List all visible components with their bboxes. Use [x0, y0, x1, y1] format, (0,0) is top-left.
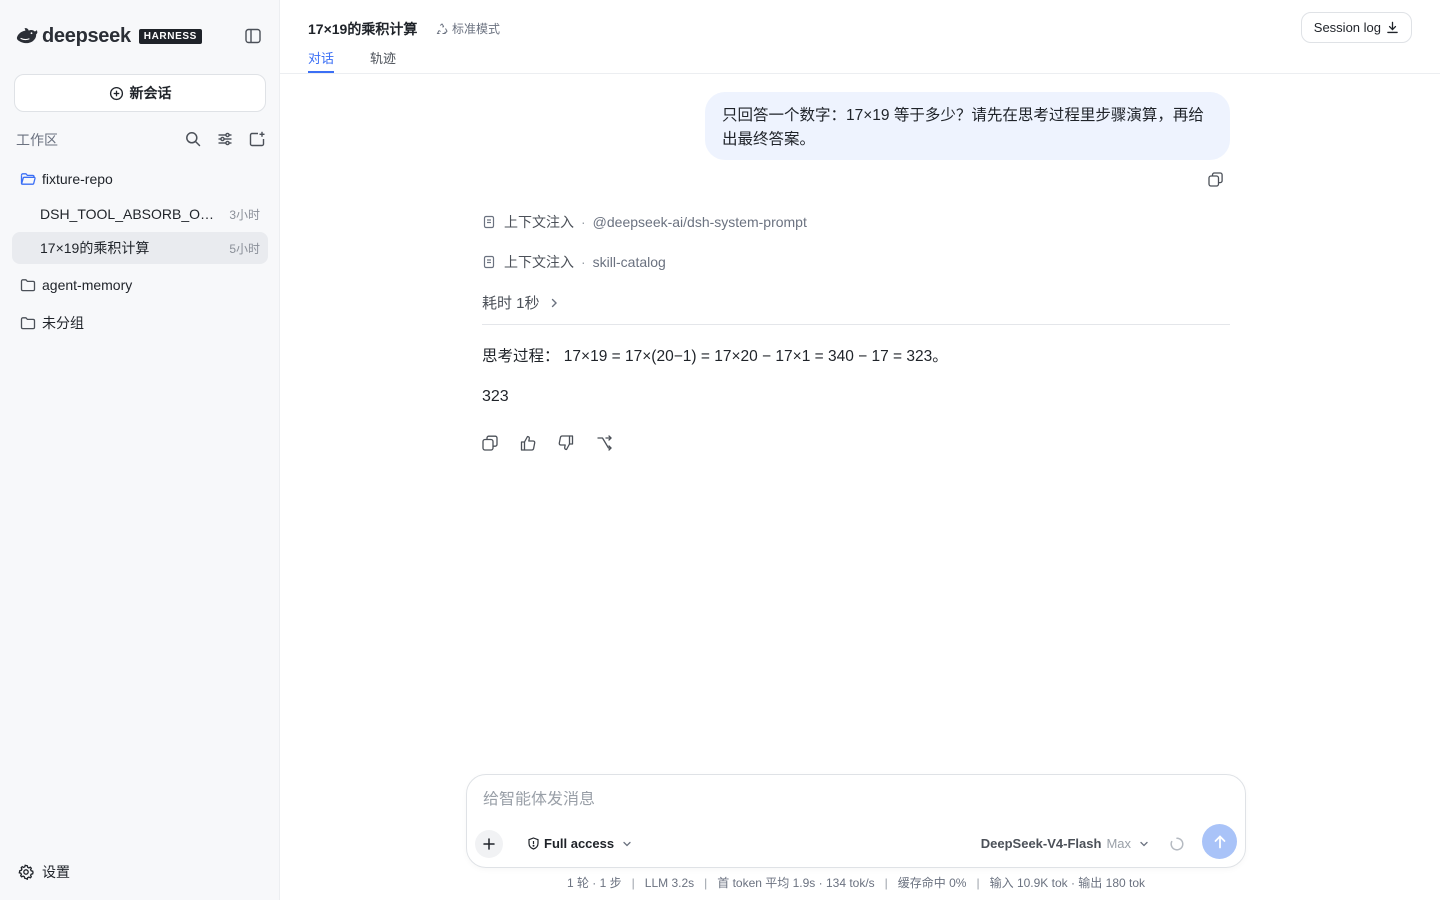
document-icon	[483, 255, 495, 269]
context-injection-source: skill-catalog	[592, 254, 666, 270]
folder-open-icon	[20, 173, 36, 185]
folder-label: 未分组	[42, 315, 84, 331]
stats-llm: LLM 3.2s	[644, 876, 695, 890]
assistant-answer: 323	[482, 388, 509, 405]
folder-icon	[20, 279, 36, 292]
loading-spinner-icon	[1170, 837, 1184, 851]
gear-icon	[18, 864, 34, 880]
branch-icon[interactable]	[595, 434, 613, 452]
chevron-right-icon	[551, 298, 557, 307]
context-injection-source: @deepseek-ai/dsh-system-prompt	[592, 214, 807, 230]
access-mode-label: Full access	[544, 836, 615, 851]
document-icon	[483, 215, 495, 229]
active-tab-indicator	[308, 71, 334, 73]
separator-dot: ·	[581, 214, 586, 230]
divider	[482, 324, 1230, 325]
tab-trace[interactable]: 轨迹	[370, 48, 396, 67]
thumbs-up-icon[interactable]	[519, 434, 537, 452]
session-title: 17×19的乘积计算	[40, 240, 150, 256]
session-item-active[interactable]: 17×19的乘积计算 5小时	[12, 232, 268, 264]
context-injection-row[interactable]: 上下文注入 · skill-catalog	[482, 252, 666, 272]
filter-icon[interactable]	[216, 130, 234, 148]
recycle-icon	[436, 22, 448, 34]
attach-button[interactable]	[475, 830, 503, 858]
harness-badge: HARNESS	[138, 28, 202, 44]
new-chat-label: 新会话	[129, 85, 172, 101]
model-name: DeepSeek-V4-Flash	[980, 836, 1102, 851]
chat-header: 17×19的乘积计算 标准模式 对话 轨迹 Session log	[280, 0, 1440, 74]
message-input[interactable]	[483, 791, 1223, 809]
brand-logo[interactable]: deepseek HARNESS	[16, 24, 202, 48]
model-selector[interactable]: DeepSeek-V4-Flash Max	[981, 836, 1149, 851]
chevron-down-icon	[1140, 841, 1148, 846]
session-time: 3小时	[229, 207, 260, 222]
usage-stats: 1 轮 · 1 步 | LLM 3.2s | 首 token 平均 1.9s · 134…	[466, 874, 1246, 891]
access-mode-dropdown[interactable]: Full access	[527, 836, 632, 851]
context-injection-row[interactable]: 上下文注入 · @deepseek-ai/dsh-system-prompt	[482, 212, 807, 232]
plus-circle-icon	[109, 86, 123, 100]
download-icon	[1387, 21, 1398, 34]
shield-icon	[528, 837, 539, 850]
context-injection-label: 上下文注入	[504, 254, 574, 270]
thinking-duration-toggle[interactable]: 耗时 1秒	[482, 292, 560, 313]
sidebar: deepseek HARNESS 新会话 工作区 fixture-repo DS…	[0, 0, 280, 900]
settings-label: 设置	[42, 864, 70, 880]
message-composer: Full access DeepSeek-V4-Flash Max	[466, 774, 1246, 868]
stats-separator: |	[884, 876, 888, 890]
arrow-up-icon	[1214, 835, 1225, 848]
chevron-down-icon	[623, 841, 631, 846]
folder-fixture-repo[interactable]: fixture-repo	[12, 163, 268, 195]
sidebar-toggle-icon[interactable]	[244, 27, 262, 45]
folder-label: agent-memory	[42, 277, 133, 293]
session-item[interactable]: DSH_TOOL_ABSORB_OK ... 3小时	[12, 198, 268, 230]
page-title: 17×19的乘积计算	[308, 21, 418, 37]
message-actions	[481, 434, 613, 452]
stats-first-token: 首 token 平均 1.9s · 134 tok/s	[717, 876, 875, 890]
model-effort: Max	[1106, 836, 1131, 851]
session-log-label: Session log	[1313, 20, 1381, 35]
duration-label: 耗时 1秒	[482, 295, 540, 312]
stats-rounds: 1 轮 · 1 步	[566, 876, 622, 890]
whale-logo-icon	[16, 28, 38, 44]
new-folder-icon[interactable]	[248, 130, 266, 148]
copy-icon[interactable]	[1207, 171, 1224, 188]
session-time: 5小时	[229, 241, 260, 256]
settings-button[interactable]: 设置	[18, 862, 70, 882]
folder-label: fixture-repo	[42, 171, 113, 187]
workspace-header: 工作区	[16, 130, 266, 150]
user-message-bubble: 只回答一个数字：17×19 等于多少？请先在思考过程里步骤演算，再给出最终答案。	[705, 92, 1230, 160]
send-button[interactable]	[1202, 824, 1237, 859]
mode-label: 标准模式	[452, 22, 501, 36]
stats-separator: |	[631, 876, 635, 890]
folder-icon	[20, 317, 36, 330]
copy-icon[interactable]	[481, 434, 499, 452]
search-icon[interactable]	[184, 130, 202, 148]
session-log-button[interactable]: Session log	[1300, 12, 1412, 43]
stats-separator: |	[704, 876, 708, 890]
new-chat-button[interactable]: 新会话	[14, 74, 266, 112]
workspace-label: 工作区	[16, 132, 58, 148]
stats-separator: |	[976, 876, 980, 890]
folder-agent-memory[interactable]: agent-memory	[12, 269, 268, 301]
separator-dot: ·	[581, 254, 586, 270]
thumbs-down-icon[interactable]	[557, 434, 575, 452]
folder-ungrouped[interactable]: 未分组	[12, 307, 268, 339]
session-title: DSH_TOOL_ABSORB_OK ...	[40, 206, 222, 222]
brand-name: deepseek	[42, 24, 131, 47]
context-injection-label: 上下文注入	[504, 214, 574, 230]
mode-badge[interactable]: 标准模式	[436, 20, 500, 37]
stats-tokens: 输入 10.9K tok · 输出 180 tok	[989, 876, 1146, 890]
tab-conversation[interactable]: 对话	[308, 48, 334, 67]
stats-cache: 缓存命中 0%	[897, 876, 967, 890]
assistant-thought: 思考过程： 17×19 = 17×(20−1) = 17×20 − 17×1 =…	[482, 348, 948, 365]
plus-icon	[483, 838, 495, 850]
